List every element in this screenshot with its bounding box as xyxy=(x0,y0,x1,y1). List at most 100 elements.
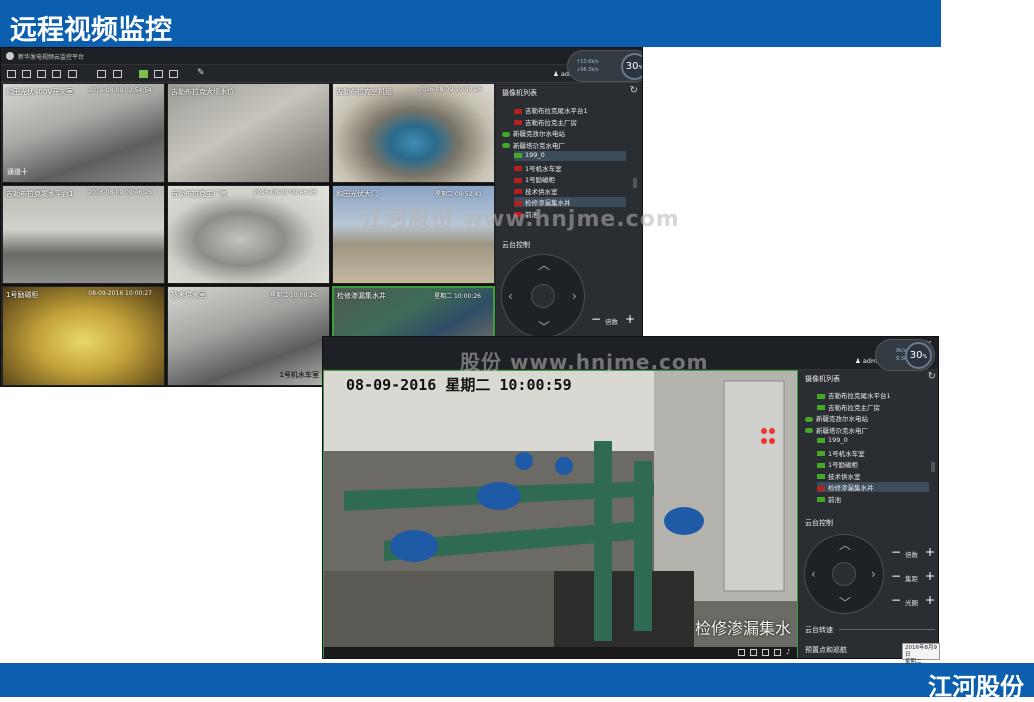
tree-item[interactable]: 新疆克孜尔水电站 xyxy=(805,413,917,423)
camera-cell[interactable]: 技术供水室 星期二 10:00:26 1号机水车室 xyxy=(167,286,330,386)
camera-cell[interactable]: 和田光伏400V开关室 2016-08-09 02:54:54 通道十 xyxy=(2,83,165,183)
video-caption: 检修渗漏集水 xyxy=(694,619,791,638)
camera-offline-icon xyxy=(514,189,522,194)
tree-item-label: 吉勒布拉克主厂房 xyxy=(828,403,880,412)
camera-label: 吉勒布拉克主厂房 xyxy=(171,189,227,198)
expand-group-icon xyxy=(805,416,813,422)
camera-cell[interactable]: 吉勒布拉克三机组 2016-08-09 10:00:26 xyxy=(332,83,495,183)
watermark-text: 股份 www.hnjme.com xyxy=(460,350,709,374)
ptz-down-icon[interactable]: ﹀ xyxy=(839,597,851,609)
stream-sub-icon[interactable] xyxy=(154,70,163,78)
tree-item[interactable]: 1号励磁柜 xyxy=(514,174,626,184)
zoom-in-button[interactable]: + xyxy=(625,313,635,325)
side-panel: 摄像机列表 ↻ 吉勒布拉克尾水平台1 吉勒布拉克主厂房 新疆克孜尔水电站 新疆塔尕克水… xyxy=(799,370,938,658)
stream-third-icon[interactable] xyxy=(169,70,178,78)
ptz-right-icon[interactable]: › xyxy=(572,290,577,302)
tree-item[interactable]: 新疆塔尕克水电厂 xyxy=(805,425,917,435)
zoom-in-button[interactable]: + xyxy=(925,546,935,558)
record-icon[interactable] xyxy=(762,649,769,656)
layout-2x2-icon[interactable] xyxy=(22,70,31,78)
tree-item[interactable]: 检修渗漏集水井 xyxy=(817,482,929,492)
camera-cell[interactable]: 吉勒布拉克主厂房 2016-08-09 09:46:26 xyxy=(167,184,330,285)
cpu-percent-suffix: % xyxy=(922,354,928,360)
ptz-left-icon[interactable]: ‹ xyxy=(508,290,513,302)
camera-label: 和田光伏400V开关室 xyxy=(6,88,74,96)
tree-item[interactable]: 吉勒布拉克尾水平台1 xyxy=(514,105,626,115)
focus-minus-button[interactable]: − xyxy=(891,570,901,582)
ptz-up-icon[interactable]: ︿ xyxy=(538,259,550,271)
zoom-label: 倍数 xyxy=(905,551,918,559)
cpu-percent-value: 30 xyxy=(909,350,923,361)
tree-scrollbar[interactable] xyxy=(931,462,935,472)
audio-icon[interactable]: ♪ xyxy=(786,648,793,656)
tree-item[interactable]: 199_0 xyxy=(817,436,929,446)
zoom-out-button[interactable]: − xyxy=(891,546,901,558)
watermark-text: 江河股份 www.hnjme.com xyxy=(362,207,680,232)
tree-item-label: 1号励磁柜 xyxy=(525,176,556,184)
tree-item[interactable]: 技术供水室 xyxy=(817,471,929,481)
tree-item[interactable]: 1号机水车室 xyxy=(817,448,929,458)
tree-item[interactable]: 前池 xyxy=(817,494,929,504)
camera-timestamp: 2016-08-09 10:00:26 xyxy=(418,86,482,93)
restore-screen-icon[interactable] xyxy=(113,70,122,78)
focus-control: − 集距 + xyxy=(891,570,937,583)
preset-cruise-label[interactable]: 预置点和巡航 xyxy=(805,645,847,655)
fullscreen-icon[interactable] xyxy=(97,70,106,78)
camera-offline-icon xyxy=(514,108,522,114)
camera-online-icon xyxy=(514,152,522,158)
ptz-down-icon[interactable]: ﹀ xyxy=(538,321,550,333)
tree-item[interactable]: 199_0 xyxy=(514,151,626,161)
tree-item-label: 前池 xyxy=(828,495,841,504)
fullscreen-icon[interactable] xyxy=(774,649,781,656)
camera-channel: 通道十 xyxy=(7,167,28,176)
tree-item[interactable]: 1号机水车室 xyxy=(514,163,626,173)
page-title: 远程视频监控 xyxy=(0,0,941,47)
camera-offline-icon xyxy=(514,166,522,171)
tree-item-label: 1号机水车室 xyxy=(525,164,562,173)
stop-icon[interactable] xyxy=(738,649,745,656)
layout-more-icon[interactable] xyxy=(68,70,77,78)
ptz-right-icon[interactable]: › xyxy=(871,568,876,580)
camera-online-icon xyxy=(817,405,825,410)
tree-item[interactable]: 吉勒布拉克尾水平台1 xyxy=(817,390,929,400)
layout-4x4-icon[interactable] xyxy=(52,70,61,78)
ptz-center-icon[interactable] xyxy=(531,284,555,308)
refresh-icon[interactable]: ↻ xyxy=(928,371,936,382)
ptz-joystick[interactable]: ︿ ﹀ ‹ › xyxy=(804,534,884,614)
ptz-center-icon[interactable] xyxy=(832,562,856,586)
ptz-joystick[interactable]: ︿ ﹀ ‹ › xyxy=(501,254,585,338)
brush-icon[interactable]: ✎ xyxy=(197,68,206,78)
zoom-out-button[interactable]: − xyxy=(591,313,601,325)
iris-plus-button[interactable]: + xyxy=(925,594,935,606)
tree-item[interactable]: 吉勒布拉克主厂房 xyxy=(514,117,626,127)
layout-1x1-icon[interactable] xyxy=(7,70,16,78)
camera-cell[interactable]: 吉勒布拉克大坝水位 xyxy=(167,83,330,183)
camera-cell[interactable]: 1号励磁柜 08-09-2016 10:00:27 xyxy=(2,286,165,386)
camera-cell[interactable]: 和田光伏大门 星期二 09:52:41 xyxy=(332,184,495,285)
camera-offline-icon xyxy=(514,177,522,183)
tree-scrollbar[interactable] xyxy=(633,178,637,188)
ptz-speed-slider[interactable] xyxy=(839,629,935,630)
camera-timestamp: 2016-08-09 09:46:26 xyxy=(253,188,317,196)
camera-online-icon xyxy=(817,451,825,456)
tree-item[interactable]: 1号励磁柜 xyxy=(817,459,929,469)
iris-minus-button[interactable]: − xyxy=(891,594,901,606)
tree-item-label: 新疆塔尕克水电厂 xyxy=(513,141,565,150)
refresh-icon[interactable]: ↻ xyxy=(630,85,638,96)
tree-item[interactable]: 吉勒布拉克主厂房 xyxy=(817,402,929,412)
main-video-view[interactable]: 08-09-2016 星期二 10:00:59 检修渗漏集水 ♪ xyxy=(323,370,798,658)
camera-cell[interactable]: 吉勒布拉克尾水平台1 2016-08-09 09:46:26 xyxy=(2,184,165,285)
snapshot-icon[interactable] xyxy=(750,649,757,656)
focus-plus-button[interactable]: + xyxy=(925,570,935,582)
layout-3x3-icon[interactable] xyxy=(37,70,46,78)
tree-item[interactable]: 新疆塔尕克水电厂 xyxy=(502,140,614,150)
iris-label: 光圈 xyxy=(905,599,918,607)
stream-main-icon[interactable] xyxy=(139,70,148,78)
tree-item[interactable]: 新疆克孜尔水电站 xyxy=(502,128,614,138)
ptz-up-icon[interactable]: ︿ xyxy=(839,539,851,551)
tree-item[interactable]: 技术供水室 xyxy=(514,186,626,196)
video-timestamp: 08-09-2016 星期二 10:00:59 xyxy=(346,376,572,394)
ptz-left-icon[interactable]: ‹ xyxy=(811,568,816,580)
tree-item-label: 1号励磁柜 xyxy=(828,461,859,469)
camera-offline-icon xyxy=(817,485,825,491)
